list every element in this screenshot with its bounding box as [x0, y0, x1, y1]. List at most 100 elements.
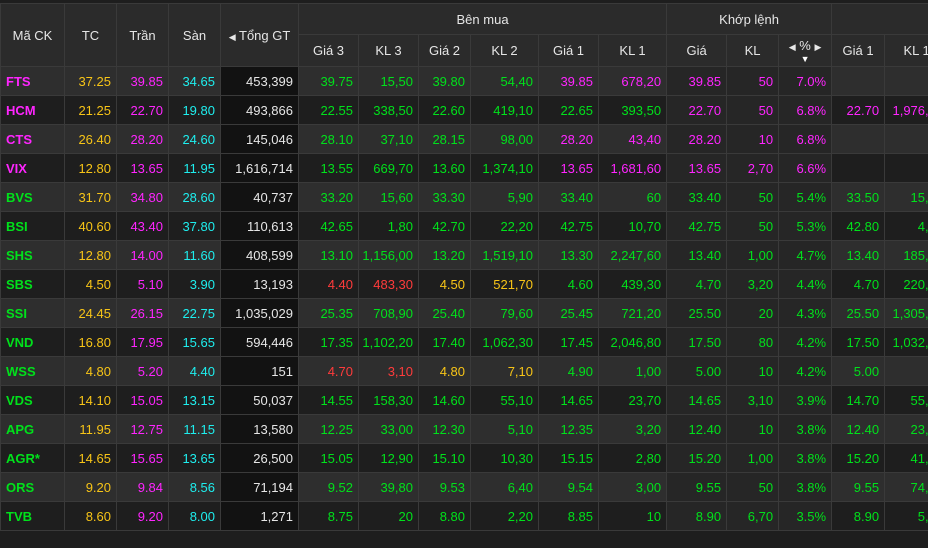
symbol-cell[interactable]: BVS: [1, 183, 65, 212]
col-buy-kl3-header[interactable]: KL 3: [359, 35, 419, 67]
floor-price-cell: 28.60: [169, 183, 221, 212]
floor-price-cell: 15.65: [169, 328, 221, 357]
stock-row[interactable]: FTS37.2539.8534.65453,39939.7515,5039.80…: [1, 67, 928, 96]
sell-kl1-cell: 70: [885, 357, 928, 386]
symbol-cell[interactable]: SHS: [1, 241, 65, 270]
stock-row[interactable]: VIX12.8013.6511.951,616,71413.55669,7013…: [1, 154, 928, 183]
col-match-volume-header[interactable]: KL: [727, 35, 779, 67]
match-volume-cell: 6,70: [727, 502, 779, 531]
buy-gia3-cell: 22.55: [299, 96, 359, 125]
sell-kl1-cell: [885, 154, 928, 183]
symbol-cell[interactable]: HCM: [1, 96, 65, 125]
col-ceiling-header[interactable]: Trần: [117, 4, 169, 67]
sell-kl1-cell: 5,80: [885, 502, 928, 531]
col-buy-kl2-header[interactable]: KL 2: [471, 35, 539, 67]
buy-kl2-cell: 2,20: [471, 502, 539, 531]
match-price-cell: 33.40: [667, 183, 727, 212]
match-price-cell: 25.50: [667, 299, 727, 328]
symbol-cell[interactable]: SBS: [1, 270, 65, 299]
symbol-cell[interactable]: CTS: [1, 125, 65, 154]
buy-gia1-cell: 8.85: [539, 502, 599, 531]
caret-left-icon[interactable]: ◀: [789, 42, 796, 52]
sell-gia1-cell: 25.50: [832, 299, 885, 328]
symbol-cell[interactable]: VIX: [1, 154, 65, 183]
symbol-cell[interactable]: WSS: [1, 357, 65, 386]
col-sell-kl1-header[interactable]: KL 1: [885, 35, 928, 67]
caret-left-icon: ◀: [229, 32, 236, 42]
symbol-cell[interactable]: TVB: [1, 502, 65, 531]
symbol-cell[interactable]: VDS: [1, 386, 65, 415]
symbol-cell[interactable]: SSI: [1, 299, 65, 328]
stock-row[interactable]: BSI40.6043.4037.80110,61342.651,8042.702…: [1, 212, 928, 241]
price-board-rows: FTS37.2539.8534.65453,39939.7515,5039.80…: [1, 67, 928, 531]
stock-row[interactable]: HCM21.2522.7019.80493,86622.55338,5022.6…: [1, 96, 928, 125]
buy-kl2-cell: 5,90: [471, 183, 539, 212]
stock-row[interactable]: VDS14.1015.0513.1550,03714.55158,3014.60…: [1, 386, 928, 415]
col-ref-header[interactable]: TC: [65, 4, 117, 67]
buy-gia1-cell: 39.85: [539, 67, 599, 96]
ref-price-cell: 21.25: [65, 96, 117, 125]
symbol-cell[interactable]: APG: [1, 415, 65, 444]
floor-price-cell: 4.40: [169, 357, 221, 386]
stock-row[interactable]: BVS31.7034.8028.6040,73733.2015,6033.305…: [1, 183, 928, 212]
ceiling-price-cell: 9.84: [117, 473, 169, 502]
caret-right-icon[interactable]: ▶: [814, 42, 821, 52]
stock-row[interactable]: APG11.9512.7511.1513,58012.2533,0012.305…: [1, 415, 928, 444]
col-symbol-header[interactable]: Mã CK: [1, 4, 65, 67]
col-buy-gia3-header[interactable]: Giá 3: [299, 35, 359, 67]
col-match-price-header[interactable]: Giá: [667, 35, 727, 67]
symbol-cell[interactable]: VND: [1, 328, 65, 357]
sell-gia1-cell: [832, 67, 885, 96]
sell-gia1-cell: 5.00: [832, 357, 885, 386]
col-total-value-header[interactable]: ◀ Tổng GT: [221, 4, 299, 67]
floor-price-cell: 11.15: [169, 415, 221, 444]
symbol-cell[interactable]: FTS: [1, 67, 65, 96]
symbol-cell[interactable]: AGR*: [1, 444, 65, 473]
match-volume-cell: 3,10: [727, 386, 779, 415]
buy-kl1-cell: 393,50: [599, 96, 667, 125]
buy-kl3-cell: 37,10: [359, 125, 419, 154]
buy-gia3-cell: 17.35: [299, 328, 359, 357]
sell-kl1-cell: 23,80: [885, 415, 928, 444]
col-floor-header[interactable]: Sàn: [169, 4, 221, 67]
stock-row[interactable]: ORS9.209.848.5671,1949.5239,809.536,409.…: [1, 473, 928, 502]
buy-kl2-cell: 419,10: [471, 96, 539, 125]
match-percent-cell: 6.8%: [779, 96, 832, 125]
col-percent-header[interactable]: ◀ % ▶▼: [779, 35, 832, 67]
stock-row[interactable]: TVB8.609.208.001,2718.75208.802,208.8510…: [1, 502, 928, 531]
buy-kl2-cell: 521,70: [471, 270, 539, 299]
col-buy-gia1-header[interactable]: Giá 1: [539, 35, 599, 67]
ceiling-price-cell: 28.20: [117, 125, 169, 154]
buy-gia1-cell: 25.45: [539, 299, 599, 328]
floor-price-cell: 8.56: [169, 473, 221, 502]
buy-kl3-cell: 1,80: [359, 212, 419, 241]
caret-down-icon[interactable]: ▼: [779, 55, 831, 63]
symbol-cell[interactable]: ORS: [1, 473, 65, 502]
match-price-cell: 14.65: [667, 386, 727, 415]
match-percent-cell: 3.9%: [779, 386, 832, 415]
ceiling-price-cell: 5.20: [117, 357, 169, 386]
stock-row[interactable]: SHS12.8014.0011.60408,59913.101,156,0013…: [1, 241, 928, 270]
buy-gia2-cell: 25.40: [419, 299, 471, 328]
match-volume-cell: 2,70: [727, 154, 779, 183]
stock-row[interactable]: SBS4.505.103.9013,1934.40483,304.50521,7…: [1, 270, 928, 299]
match-volume-cell: 20: [727, 299, 779, 328]
buy-kl1-cell: 439,30: [599, 270, 667, 299]
buy-kl1-cell: 3,20: [599, 415, 667, 444]
floor-price-cell: 8.00: [169, 502, 221, 531]
stock-row[interactable]: AGR*14.6515.6513.6526,50015.0512,9015.10…: [1, 444, 928, 473]
stock-row[interactable]: CTS26.4028.2024.60145,04628.1037,1028.15…: [1, 125, 928, 154]
col-sell-gia1-header[interactable]: Giá 1: [832, 35, 885, 67]
ref-price-cell: 16.80: [65, 328, 117, 357]
floor-price-cell: 19.80: [169, 96, 221, 125]
stock-row[interactable]: WSS4.805.204.401514.703,104.807,104.901,…: [1, 357, 928, 386]
ref-price-cell: 12.80: [65, 154, 117, 183]
stock-row[interactable]: SSI24.4526.1522.751,035,02925.35708,9025…: [1, 299, 928, 328]
col-buy-kl1-header[interactable]: KL 1: [599, 35, 667, 67]
stock-row[interactable]: VND16.8017.9515.65594,44617.351,102,2017…: [1, 328, 928, 357]
total-value-cell: 13,193: [221, 270, 299, 299]
buy-kl1-cell: 43,40: [599, 125, 667, 154]
symbol-cell[interactable]: BSI: [1, 212, 65, 241]
col-buy-gia2-header[interactable]: Giá 2: [419, 35, 471, 67]
buy-gia1-cell: 13.65: [539, 154, 599, 183]
